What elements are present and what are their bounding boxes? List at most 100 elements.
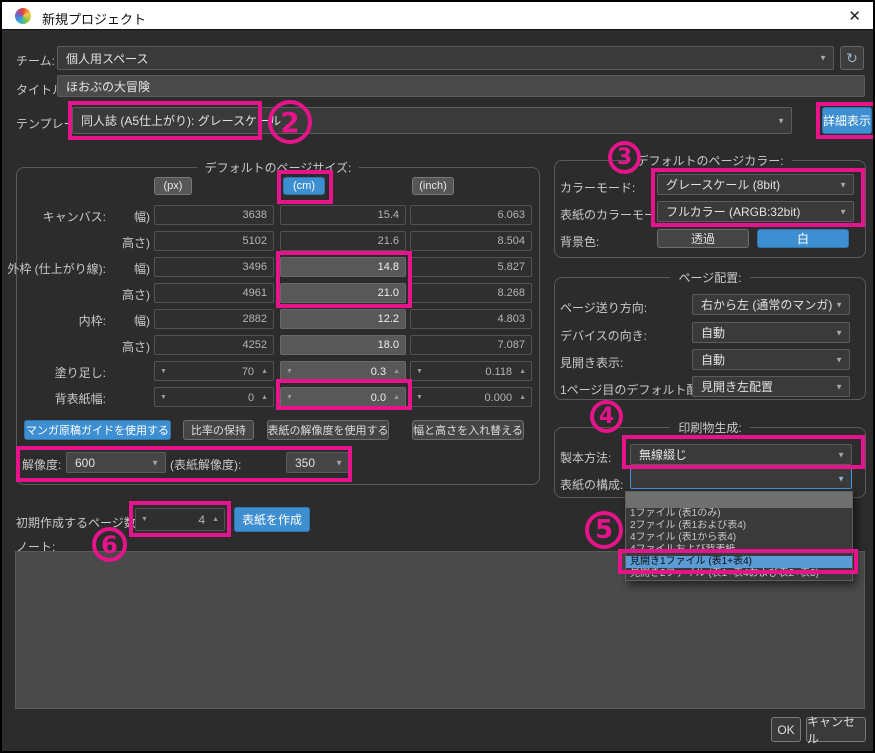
- spinner-up-icon: ▲: [393, 368, 400, 375]
- spread-view-label: 見開き表示:: [560, 354, 623, 371]
- app-icon: [15, 8, 31, 24]
- close-icon[interactable]: ✕: [848, 7, 861, 25]
- option-item-selected[interactable]: 見開き1ファイル (表1+表4): [626, 556, 852, 568]
- team-dropdown[interactable]: 個人用スペース ▼: [57, 46, 834, 70]
- cover-structure-option-list: 1ファイル (表1のみ) 2ファイル (表1および表4) 4ファイル (表1から…: [625, 491, 853, 581]
- spinner-up-icon: ▲: [519, 394, 526, 401]
- spinner-down-icon: ▼: [141, 516, 148, 523]
- cover-resolution-dropdown[interactable]: 350 ▼: [286, 452, 350, 473]
- outer-frame-height-inch: 8.268: [410, 283, 532, 303]
- outer-frame-height-cm[interactable]: 21.0: [280, 283, 406, 303]
- outer-frame-height-label: 高さ): [12, 286, 150, 303]
- blank-option[interactable]: [626, 492, 852, 508]
- spinner-up-icon: ▲: [261, 368, 268, 375]
- chevron-down-icon: ▼: [835, 382, 843, 391]
- canvas-height-cm: 21.6: [280, 231, 406, 251]
- canvas-height-label: 高さ): [12, 234, 150, 251]
- spine-inch-stepper[interactable]: ▼ 0.000 ▲: [410, 387, 532, 407]
- keep-ratio-button[interactable]: 比率の保持: [183, 420, 254, 440]
- use-cover-resolution-button[interactable]: 表紙の解像度を使用する: [267, 420, 389, 440]
- refresh-icon: ↻: [846, 50, 858, 67]
- unit-cm-button[interactable]: (cm): [283, 177, 325, 195]
- project-title-value: ほおぶの大冒険: [66, 78, 150, 95]
- bg-white-button[interactable]: 白: [757, 229, 849, 248]
- binding-method-label: 製本方法:: [560, 449, 611, 466]
- option-item[interactable]: 1ファイル (表1のみ): [626, 508, 852, 520]
- swap-width-height-button[interactable]: 幅と高さを入れ替える: [412, 420, 524, 440]
- ok-button[interactable]: OK: [771, 717, 801, 742]
- bleed-label: 塗り足し:: [12, 364, 150, 381]
- page-direction-dropdown[interactable]: 右から左 (通常のマンガ) ▼: [692, 294, 850, 315]
- inner-frame-height-px: 4252: [154, 335, 274, 355]
- unit-px-button[interactable]: (px): [154, 177, 192, 195]
- team-label: チーム:: [16, 52, 55, 69]
- bg-transparent-button[interactable]: 透過: [657, 229, 749, 248]
- inner-frame-width-inch: 4.803: [410, 309, 532, 329]
- option-item[interactable]: 4ファイルおよび背表紙: [626, 544, 852, 556]
- detail-view-button[interactable]: 詳細表示: [822, 107, 872, 134]
- annotation-step-5: 5: [585, 511, 623, 549]
- outer-frame-width-label: 外枠 (仕上がり線):幅): [12, 260, 150, 277]
- inner-frame-width-cm[interactable]: 12.2: [280, 309, 406, 329]
- first-page-position-dropdown[interactable]: 見開き左配置 ▼: [692, 376, 850, 397]
- cover-structure-label: 表紙の構成:: [560, 476, 623, 493]
- spinner-down-icon: ▼: [286, 368, 293, 375]
- option-item[interactable]: 見開き2ファイル (表1+表4および表2+表3): [626, 568, 852, 580]
- spine-px-stepper[interactable]: ▼ 0 ▲: [154, 387, 274, 407]
- cover-resolution-label: (表紙解像度):: [170, 456, 241, 473]
- binding-method-dropdown[interactable]: 無線綴じ ▼: [630, 444, 852, 465]
- outer-frame-width-cm[interactable]: 14.8: [280, 257, 406, 277]
- color-mode-dropdown[interactable]: グレースケール (8bit) ▼: [657, 174, 854, 195]
- bleed-inch-stepper[interactable]: ▼ 0.118 ▲: [410, 361, 532, 381]
- chevron-down-icon: ▼: [151, 458, 159, 467]
- resolution-label: 解像度:: [22, 456, 61, 473]
- spinner-down-icon: ▼: [160, 368, 167, 375]
- new-project-dialog: 新規プロジェクト ✕ チーム: 個人用スペース ▼ ↻ タイトル: ほおぶの大冒…: [0, 0, 875, 753]
- cover-structure-dropdown[interactable]: ▼: [630, 468, 852, 489]
- cover-color-mode-dropdown[interactable]: フルカラー (ARGB:32bit) ▼: [657, 201, 854, 222]
- spinner-down-icon: ▼: [416, 394, 423, 401]
- color-mode-label: カラーモード:: [560, 179, 635, 196]
- spinner-down-icon: ▼: [160, 394, 167, 401]
- spinner-up-icon: ▲: [519, 368, 526, 375]
- chevron-down-icon: ▼: [837, 474, 845, 483]
- chevron-down-icon: ▼: [837, 450, 845, 459]
- create-cover-button[interactable]: 表紙を作成: [234, 507, 310, 532]
- titlebar: 新規プロジェクト ✕: [2, 2, 873, 30]
- canvas-width-label: キャンバス:幅): [12, 208, 150, 225]
- option-item[interactable]: 4ファイル (表1から表4): [626, 532, 852, 544]
- background-color-label: 背景色:: [560, 233, 599, 250]
- chevron-down-icon: ▼: [835, 328, 843, 337]
- option-item[interactable]: 2ファイル (表1および表4): [626, 520, 852, 532]
- inner-frame-height-inch: 7.087: [410, 335, 532, 355]
- template-dropdown[interactable]: 同人誌 (A5仕上がり): グレースケール ▼: [72, 107, 792, 134]
- resolution-dropdown[interactable]: 600 ▼: [66, 452, 166, 473]
- use-manga-guide-button[interactable]: マンガ原稿ガイドを使用する: [24, 420, 171, 440]
- cover-color-mode-label: 表紙のカラーモード:: [560, 206, 671, 223]
- page-size-legend: デフォルトのページサイズ:: [197, 159, 360, 176]
- cancel-button[interactable]: キャンセル: [806, 717, 866, 742]
- outer-frame-width-px: 3496: [154, 257, 274, 277]
- canvas-height-inch: 8.504: [410, 231, 532, 251]
- bleed-px-stepper[interactable]: ▼ 70 ▲: [154, 361, 274, 381]
- spinner-up-icon: ▲: [261, 394, 268, 401]
- spine-width-label: 背表紙幅:: [12, 390, 150, 407]
- spinner-up-icon: ▲: [212, 516, 219, 523]
- chevron-down-icon: ▼: [839, 180, 847, 189]
- refresh-button[interactable]: ↻: [840, 46, 864, 70]
- device-orientation-dropdown[interactable]: 自動 ▼: [692, 322, 850, 343]
- page-layout-legend: ページ配置:: [670, 269, 749, 286]
- chevron-down-icon: ▼: [835, 300, 843, 309]
- spinner-up-icon: ▲: [393, 394, 400, 401]
- inner-frame-height-label: 高さ): [12, 338, 150, 355]
- spread-view-dropdown[interactable]: 自動 ▼: [692, 349, 850, 370]
- chevron-down-icon: ▼: [335, 458, 343, 467]
- initial-pages-stepper[interactable]: ▼ 4 ▲: [135, 508, 225, 531]
- spine-cm-stepper[interactable]: ▼ 0.0 ▲: [280, 387, 406, 407]
- inner-frame-height-cm[interactable]: 18.0: [280, 335, 406, 355]
- bleed-cm-stepper[interactable]: ▼ 0.3 ▲: [280, 361, 406, 381]
- window-title: 新規プロジェクト: [42, 9, 146, 28]
- unit-inch-button[interactable]: (inch): [412, 177, 454, 195]
- project-title-input[interactable]: ほおぶの大冒険: [57, 75, 865, 97]
- spinner-down-icon: ▼: [416, 368, 423, 375]
